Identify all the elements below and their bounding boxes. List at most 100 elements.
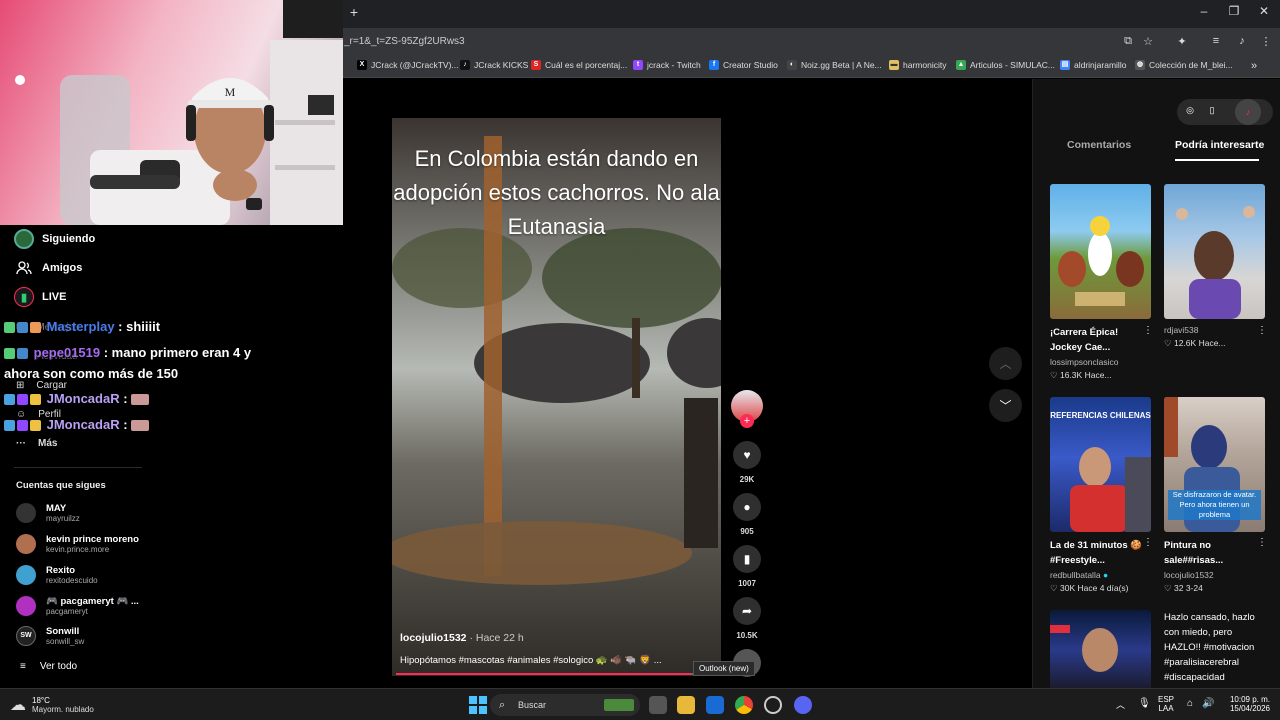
task-view-icon[interactable] [649, 696, 667, 714]
nav-more[interactable]: ··· Más [16, 438, 57, 449]
verified-icon: ● [1102, 570, 1109, 580]
tray-overflow-icon[interactable]: ︿ [1116, 698, 1125, 711]
avatar: SW [16, 626, 36, 646]
card-menu-icon[interactable]: ⋮ [1143, 537, 1153, 548]
outlook-icon[interactable] [706, 696, 724, 714]
tiktok-icon: ♪ [460, 60, 470, 70]
volume-icon[interactable]: 🔊 [1202, 698, 1214, 709]
chat-message: pepe01519 : mano primero eran 4 y [4, 345, 251, 360]
recommended-video-card[interactable]: Hazlo cansado, hazlo con miedo, pero HAZ… [1164, 610, 1265, 685]
following-accounts-title: Cuentas que sigues [16, 480, 106, 491]
bookmark-item[interactable]: ◐ Noiz.gg Beta | A Ne... [787, 60, 882, 70]
reading-list-icon[interactable]: ≡ [1208, 35, 1224, 47]
phone-icon[interactable]: ▯ [1205, 105, 1219, 119]
nav-friends[interactable]: Amigos [14, 258, 82, 278]
heart-outline-icon: ♡ [1164, 338, 1174, 348]
bookmark-item[interactable]: ◍ Colección de M_blei... [1135, 60, 1233, 70]
search-icon: ⌕ [499, 699, 506, 711]
save-button[interactable]: ▮ 1007 [733, 545, 761, 588]
tiktok-profile-icon[interactable]: ♪ [1235, 99, 1261, 125]
folder-icon: ▬ [889, 60, 899, 70]
new-tab-button[interactable]: + [346, 4, 362, 22]
panel-toolbar: ◎ ▯ ♪ [1177, 99, 1273, 125]
crown-icon [30, 394, 41, 406]
video-author[interactable]: locojulio1532 · Hace 22 h [400, 632, 524, 644]
tab-recommended[interactable]: Podría interesarte [1175, 139, 1264, 151]
restore-icon[interactable]: ❐ [1224, 4, 1244, 18]
obs-icon[interactable] [764, 696, 782, 714]
like-button[interactable]: ♥ 29K [733, 441, 761, 484]
nav-live[interactable]: ▮ LIVE [14, 287, 66, 307]
next-video-button[interactable]: ﹀ [989, 389, 1022, 422]
previous-video-button[interactable]: ︿ [989, 347, 1022, 380]
recommended-video-card[interactable]: REFERENCIAS CHILENAS La de 31 minutos 🍪 … [1050, 397, 1151, 594]
video-thumbnail: REFERENCIAS CHILENAS [1050, 397, 1151, 532]
bookmark-item[interactable]: X JCrack (@JCrackTV)... [357, 60, 459, 70]
badge-icon [17, 394, 28, 406]
discord-icon[interactable] [794, 696, 812, 714]
chevron-down-icon: ﹀ [999, 399, 1012, 413]
account-item[interactable]: SW Sonwill sonwill_sw [16, 626, 84, 646]
profile-tiktok-icon[interactable]: ♪ [1234, 35, 1250, 47]
video-progress-bar[interactable] [396, 673, 717, 675]
recommended-video-card[interactable]: rdjavi538 ♡ 12.6K Hace... [1164, 184, 1265, 349]
card-menu-icon[interactable]: ⋮ [1257, 537, 1267, 548]
weather-widget[interactable]: ☁ 18°C Mayorm. nublado [10, 695, 94, 715]
twitch-icon: t [633, 60, 643, 70]
bookmark-item[interactable]: ▲ Articulos - SIMULAC... [956, 60, 1055, 70]
comment-button[interactable]: ● 905 [733, 493, 761, 536]
tab-comments[interactable]: Comentarios [1067, 139, 1131, 151]
bookmark-icon: ▮ [733, 545, 761, 573]
card-menu-icon[interactable]: ⋮ [1257, 325, 1267, 336]
chevron-up-icon: ︿ [999, 357, 1012, 371]
more-icon: ··· [16, 438, 26, 449]
network-icon[interactable]: ⌂ [1187, 698, 1193, 709]
follow-plus-icon[interactable]: + [740, 414, 754, 428]
menu-icon[interactable]: ⋮ [1258, 35, 1274, 48]
bookmark-item[interactable]: ▬ harmonicity [889, 60, 946, 70]
account-item[interactable]: kevin prince moreno kevin.prince.more [16, 534, 139, 554]
comment-icon: ● [733, 493, 761, 521]
url-field[interactable]: _r=1&_t=ZS-95Zgf2URws3 [344, 36, 465, 47]
compass-icon[interactable]: ◎ [1183, 105, 1197, 119]
see-all-link[interactable]: ≡ Ver todo [20, 661, 77, 672]
nav-upload[interactable]: ⊞ Cargar [16, 380, 67, 391]
search-highlight-icon [604, 699, 634, 711]
account-item[interactable]: 🎮 pacgameryt 🎮 ... pacgameryt [16, 596, 139, 616]
extensions-icon[interactable]: ✦ [1174, 35, 1190, 48]
bookmark-item[interactable]: ▤ aldrinjaramillo [1060, 60, 1126, 70]
nav-following[interactable]: Siguiendo [14, 229, 95, 249]
author-avatar-button[interactable]: + [731, 390, 763, 428]
cast-icon[interactable]: ⧉ [1120, 35, 1136, 48]
chrome-icon[interactable] [735, 696, 753, 714]
close-icon[interactable]: ✕ [1254, 4, 1274, 18]
bookmark-item[interactable]: t jcrack - Twitch [633, 60, 701, 70]
video-caption: En Colombia están dando en adopción esto… [393, 146, 720, 239]
file-explorer-icon[interactable] [677, 696, 695, 714]
card-menu-icon[interactable]: ⋮ [1143, 325, 1153, 336]
windows-start-icon[interactable] [469, 696, 487, 714]
account-item[interactable]: MAY mayruilzz [16, 503, 80, 523]
clock[interactable]: 10:09 p. m. 15/04/2026 [1224, 695, 1276, 713]
chat-message: JMoncadaR : [4, 391, 151, 406]
facebook-icon: f [709, 60, 719, 70]
recommended-video-card[interactable] [1050, 610, 1151, 688]
minimize-icon[interactable]: – [1194, 4, 1214, 18]
taskbar-tooltip: Outlook (new) [693, 661, 755, 676]
share-button[interactable]: ➦ 10.5K [733, 597, 761, 640]
bookmark-item[interactable]: f Creator Studio [709, 60, 778, 70]
bookmark-star-icon[interactable]: ☆ [1140, 35, 1156, 48]
account-item[interactable]: Rexito rexitodescuido [16, 565, 98, 585]
taskbar-search[interactable]: ⌕ Buscar [490, 694, 640, 716]
microphone-icon[interactable]: 🎙 [1138, 698, 1151, 709]
video-thumbnail [1050, 184, 1151, 319]
bookmark-item[interactable]: ♪ JCrack KICKS [460, 60, 528, 70]
video-player[interactable]: En Colombia están dando en adopción esto… [392, 118, 721, 676]
bookmarks-overflow-icon[interactable]: » [1251, 60, 1257, 72]
recommended-video-card[interactable]: ¡Carrera Épica! Jockey Cae... lossimpson… [1050, 184, 1151, 381]
recommended-video-card[interactable]: Se disfrazaron de avatar. Pero ahora tie… [1164, 397, 1265, 594]
language-indicator[interactable]: ESP LAA [1158, 695, 1174, 713]
avatar [16, 503, 36, 523]
bookmark-item[interactable]: S Cuál es el porcentaj... [531, 60, 627, 70]
share-icon: ➦ [733, 597, 761, 625]
